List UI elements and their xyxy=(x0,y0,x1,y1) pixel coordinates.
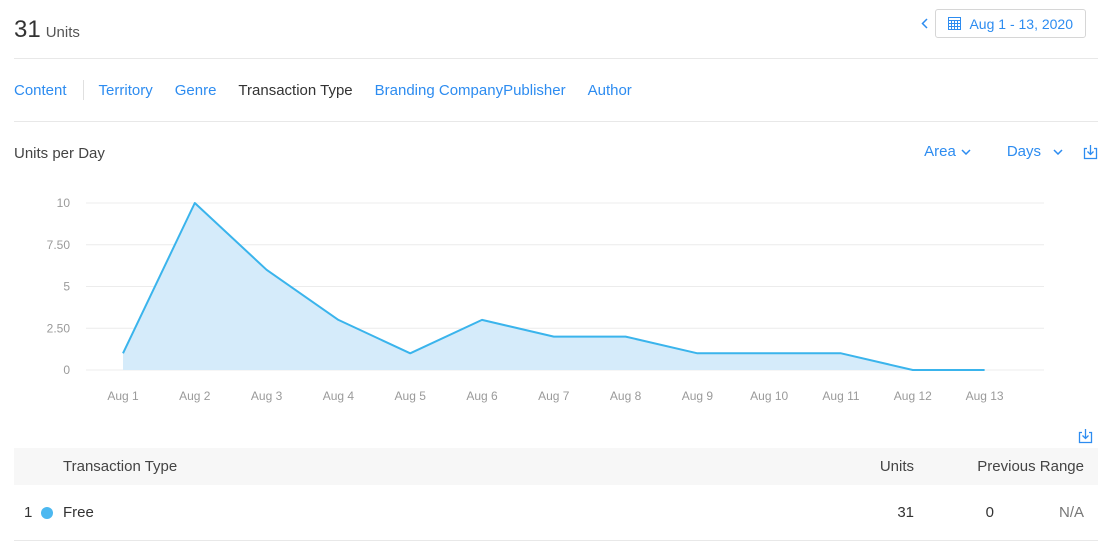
x-tick-label: Aug 7 xyxy=(538,389,570,403)
column-header-units[interactable]: Units xyxy=(880,448,914,485)
date-range-button[interactable]: Aug 1 - 13, 2020 xyxy=(935,9,1086,38)
tab-author[interactable]: Author xyxy=(588,58,632,122)
chart-type-dropdown[interactable]: Area xyxy=(924,143,971,160)
y-tick-label: 7.50 xyxy=(47,238,71,252)
x-tick-label: Aug 4 xyxy=(323,389,355,403)
granularity-dropdown[interactable]: Days xyxy=(1007,143,1063,160)
x-tick-label: Aug 12 xyxy=(894,389,932,403)
units-total-label: Units xyxy=(45,24,80,41)
row-name: Free xyxy=(63,504,94,521)
chart-title: Units per Day xyxy=(14,145,105,162)
chart-controls: Area Days xyxy=(924,143,1098,160)
x-tick-label: Aug 9 xyxy=(682,389,714,403)
x-tick-label: Aug 13 xyxy=(966,389,1004,403)
series-color-dot xyxy=(41,485,53,540)
tab-territory[interactable]: Territory xyxy=(99,58,153,122)
x-tick-label: Aug 11 xyxy=(822,389,859,403)
date-range-label: Aug 1 - 13, 2020 xyxy=(969,15,1073,32)
tabs-divider xyxy=(14,121,1098,122)
y-tick-label: 2.50 xyxy=(47,321,71,335)
tab-content[interactable]: Content xyxy=(14,58,67,122)
tab-branding-company-publisher[interactable]: Branding CompanyPublisher xyxy=(375,58,566,122)
x-tick-label: Aug 6 xyxy=(466,389,498,403)
chevron-left-icon[interactable] xyxy=(917,10,931,38)
units-total-number: 31 xyxy=(14,16,41,43)
x-tick-label: Aug 10 xyxy=(750,389,788,403)
row-rank: 1 xyxy=(24,504,33,521)
y-tick-label: 10 xyxy=(57,196,71,210)
y-tick-label: 0 xyxy=(63,363,70,377)
chevron-down-icon xyxy=(1053,148,1063,155)
x-tick-label: Aug 8 xyxy=(610,389,642,403)
x-tick-label: Aug 1 xyxy=(107,389,139,403)
row-units: 31 xyxy=(897,504,914,521)
y-tick-label: 5 xyxy=(63,280,70,294)
x-tick-label: Aug 3 xyxy=(251,389,283,403)
table-header: Transaction Type Units Previous Range xyxy=(14,448,1098,485)
table-row: 1 Free 31 0 N/A xyxy=(14,485,1098,541)
chart-type-label: Area xyxy=(924,143,956,160)
header: 31 Units Aug 1 - 13, 2020 xyxy=(0,0,1110,58)
row-previous-value: 0 xyxy=(985,504,994,521)
chevron-down-icon xyxy=(961,148,971,155)
download-icon[interactable] xyxy=(1078,428,1093,444)
column-header-previous-range[interactable]: Previous Range xyxy=(977,448,1084,485)
x-tick-label: Aug 2 xyxy=(179,389,211,403)
tab-genre[interactable]: Genre xyxy=(175,58,217,122)
column-header-transaction-type[interactable]: Transaction Type xyxy=(63,448,177,485)
date-navigation: Aug 1 - 13, 2020 xyxy=(917,9,1086,38)
calendar-icon xyxy=(948,17,962,30)
x-tick-label: Aug 5 xyxy=(395,389,427,403)
granularity-label: Days xyxy=(1006,143,1041,160)
tab-transaction-type[interactable]: Transaction Type xyxy=(238,58,353,122)
tab-separator xyxy=(82,80,84,100)
download-icon[interactable] xyxy=(1083,144,1098,160)
dimension-tabs: Content Territory Genre Transaction Type… xyxy=(14,58,632,122)
row-change: N/A xyxy=(1058,504,1084,521)
units-total: 31 Units xyxy=(14,16,80,44)
transaction-type-table: Transaction Type Units Previous Range 1 … xyxy=(14,448,1098,541)
units-area-chart: 0 2.50 5 7.50 10 Aug 1 Aug 2 Aug 3 Aug 4 Aug 5 Aug… xyxy=(47,196,1044,403)
